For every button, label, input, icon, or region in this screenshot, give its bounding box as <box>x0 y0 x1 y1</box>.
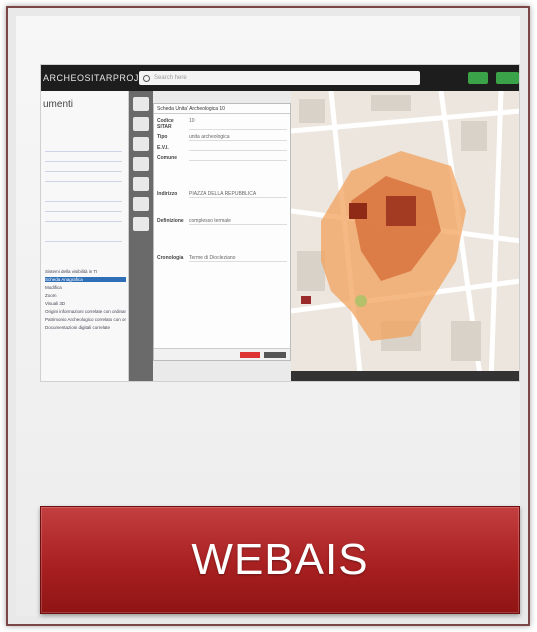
field-value[interactable] <box>189 155 287 161</box>
field-label: Codice SITAR <box>157 118 174 130</box>
form-field: Tipo unita archeologica <box>157 134 287 141</box>
webais-button[interactable]: WEBAIS <box>40 506 520 614</box>
field-value[interactable]: PIAZZA DELLA REPUBBLICA <box>189 191 287 198</box>
tree-item-selected[interactable]: Scheda Anagrafica <box>45 277 126 282</box>
search-input[interactable]: Search here <box>139 71 421 85</box>
form-field: Cronologia Terme di Diocleziano <box>157 255 287 262</box>
app-brand: ARCHEOSITARPROJECT <box>43 73 159 83</box>
field-value[interactable]: complesso termale <box>189 218 287 225</box>
left-panel: umenti Sistemi della visibilità in TI Sc… <box>41 91 129 381</box>
layer-tree: Sistemi della visibilità in TI Scheda An… <box>45 269 126 333</box>
measure-icon[interactable] <box>133 137 149 151</box>
central-hall <box>386 196 416 226</box>
print-icon[interactable] <box>133 217 149 231</box>
filter-row[interactable] <box>45 151 122 152</box>
tree-item[interactable]: Documentazioni digitali correlate <box>45 325 126 330</box>
close-button[interactable] <box>240 352 260 358</box>
field-value[interactable] <box>189 145 287 151</box>
field-label: Definizione <box>157 218 184 224</box>
filter-icon[interactable] <box>133 177 149 191</box>
tree-item[interactable]: Origini informazioni correlate con ordin… <box>45 309 126 314</box>
form-field: Comune <box>157 155 287 161</box>
toolbar-button-user[interactable] <box>495 72 519 84</box>
filter-row[interactable] <box>45 241 122 242</box>
map-canvas <box>291 91 519 381</box>
tree-item[interactable]: Visuali 3D <box>45 301 126 306</box>
field-label: Cronologia <box>157 255 184 261</box>
form-field: Definizione complesso termale <box>157 218 287 225</box>
form-footer <box>154 348 290 360</box>
field-value[interactable]: unita archeologica <box>189 134 287 141</box>
field-value[interactable]: Terme di Diocleziano <box>189 255 287 262</box>
webais-label: WEBAIS <box>191 535 369 584</box>
form-field: Indirizzo PIAZZA DELLA REPUBBLICA <box>157 191 287 198</box>
filter-row[interactable] <box>45 171 122 172</box>
filter-row[interactable] <box>45 201 122 202</box>
tree-item[interactable]: Patrimonio Archeologico correlato con or… <box>45 317 126 322</box>
form-field: E.V.I. <box>157 145 287 151</box>
filter-row[interactable] <box>45 211 122 212</box>
record-form: Scheda Unita' Archeologica 10 Codice SIT… <box>153 103 291 361</box>
map-view[interactable] <box>291 91 519 381</box>
green-area <box>355 295 367 307</box>
tree-item[interactable]: Sistemi della visibilità in TI <box>45 269 126 274</box>
field-label: Comune <box>157 155 177 161</box>
toolbar-button-print[interactable] <box>468 72 488 84</box>
tree-item[interactable]: Modifica <box>45 285 126 290</box>
map-statusbar <box>291 371 519 381</box>
tree-item[interactable]: Zoom <box>45 293 126 298</box>
webais-card: ARCHEOSITARPROJECT Search here umenti Si… <box>6 6 530 626</box>
pan-icon[interactable] <box>133 117 149 131</box>
form-field: Codice SITAR 10 <box>157 118 287 130</box>
map-toolstrip <box>129 91 153 381</box>
app-screenshot: ARCHEOSITARPROJECT Search here umenti Si… <box>40 64 520 382</box>
search-placeholder: Search here <box>154 75 187 81</box>
field-value[interactable]: 10 <box>189 118 287 130</box>
search-icon <box>143 74 150 82</box>
print-button[interactable] <box>264 352 286 358</box>
form-header: Scheda Unita' Archeologica 10 <box>154 104 290 114</box>
layers-icon[interactable] <box>133 157 149 171</box>
field-label: Tipo <box>157 134 168 140</box>
table-icon[interactable] <box>133 197 149 211</box>
feature-block <box>301 296 311 304</box>
field-label: E.V.I. <box>157 145 169 151</box>
zoom-in-icon[interactable] <box>133 97 149 111</box>
left-panel-title: umenti <box>43 99 74 110</box>
app-topbar: ARCHEOSITARPROJECT Search here <box>41 65 519 91</box>
feature-block <box>349 203 367 219</box>
filter-row[interactable] <box>45 161 122 162</box>
filter-row[interactable] <box>45 181 122 182</box>
filter-row[interactable] <box>45 221 122 222</box>
field-label: Indirizzo <box>157 191 178 197</box>
